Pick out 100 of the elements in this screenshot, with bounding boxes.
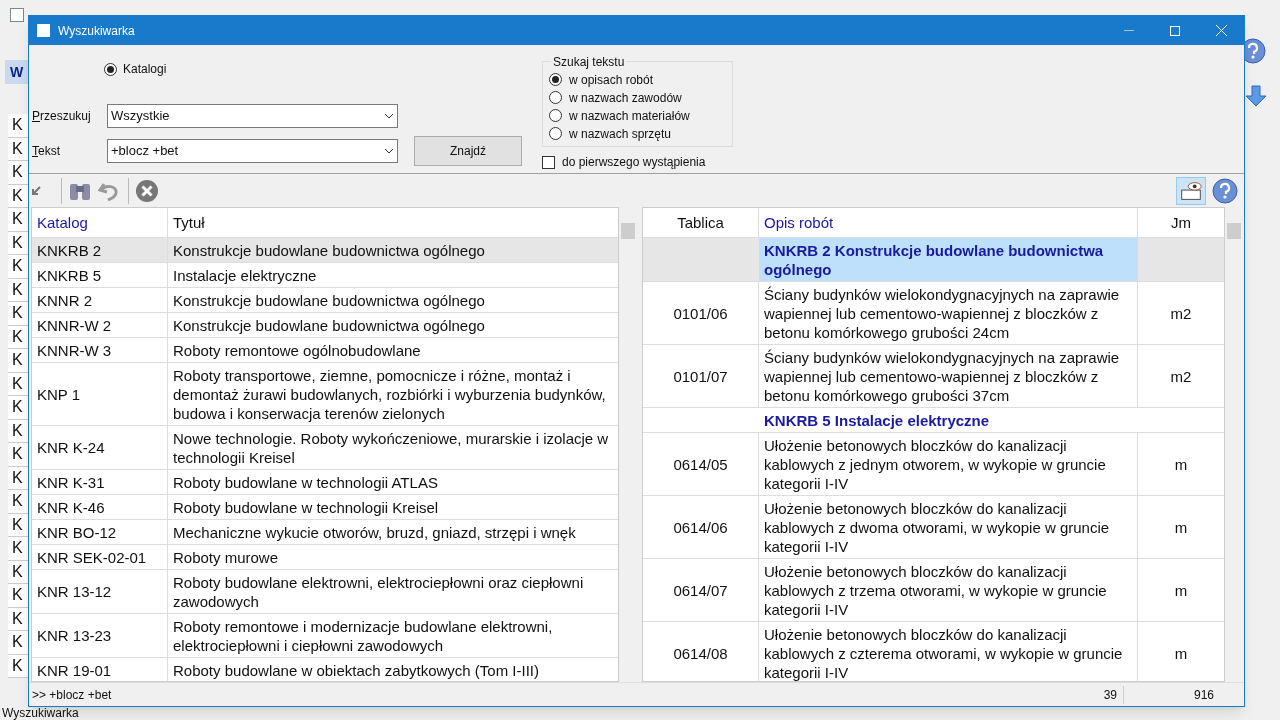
- table-row[interactable]: KNKRB 5 Instalacje elektryczne: [32, 263, 618, 288]
- table-row[interactable]: KNR SEK-02-01 Roboty murowe: [32, 545, 618, 570]
- group-row[interactable]: KNKRB 2 Konstrukcje budowlane budownictwa ogólnego: [643, 238, 1224, 282]
- table-cell-text: Roboty budowlane w technologii Kreisel: [172, 497, 440, 518]
- column-header[interactable]: Katalog: [32, 208, 168, 237]
- table-row[interactable]: KNR K-24 Nowe technologie. Roboty wykończeniowe, murarskie i izolacje w technologii Kreisel: [32, 426, 618, 470]
- table-row[interactable]: KNR K-31 Roboty budowlane w technologii ATLAS: [32, 470, 618, 495]
- table-row[interactable]: KNNR-W 2 Konstrukcje budowlane budownictwa ogólnego: [32, 313, 618, 338]
- arrow-down-icon: [1244, 84, 1268, 108]
- minimize-icon: [1124, 30, 1134, 31]
- group-heading: KNKRB 2 Konstrukcje budowlane budownictwa ogólnego: [759, 238, 1138, 281]
- chevron-down-icon: [384, 113, 394, 119]
- status-text: Wyszukiwarka: [2, 705, 79, 720]
- table-cell: 0614/05: [643, 433, 759, 495]
- table-cell-text: m2: [1169, 366, 1193, 387]
- table-cell: Ułożenie betonowych bloczków do kanalizacji kablowych z dwoma otworami, w wykopie w gruncie kategorii I-IV: [759, 496, 1138, 558]
- table-row[interactable]: KNR BO-12 Mechaniczne wykucie otworów, bruzd, gniazd, strzępi i wnęk: [32, 520, 618, 545]
- table-cell: KNKRB 2: [32, 238, 168, 262]
- radio-button[interactable]: [549, 91, 562, 104]
- table-cell: Ściany budynków wielokondygnacyjnych na zaprawie wapiennej lub cementowo-wapiennej z bloczków z betonu komórkowego grubości 37cm: [759, 345, 1138, 407]
- table-row[interactable]: KNR K-46 Roboty budowlane w technologii Kreisel: [32, 495, 618, 520]
- table-cell-text: Roboty budowlane elektrowni, elektrociepłowni oraz ciepłowni zawodowych: [172, 572, 585, 612]
- window-title: Wyszukiwarka: [58, 22, 135, 40]
- table-cell-text: m: [1173, 517, 1189, 538]
- table-cell-text: Roboty remontowe ogólnobudowlane: [172, 340, 422, 361]
- panel-header: W: [10, 62, 24, 82]
- table-cell: Ułożenie betonowych bloczków do kanalizacji kablowych z jednym otworem, w wykopie w gruncie kategorii I-IV: [759, 433, 1138, 495]
- table-row[interactable]: KNR 13-12 Roboty budowlane elektrowni, elektrociepłowni oraz ciepłowni zawodowych: [32, 570, 618, 614]
- table-cell-text: Konstrukcje budowlane budownictwa ogólnego: [172, 240, 486, 261]
- checkbox-label: do pierwszego wystąpienia: [562, 154, 706, 171]
- table-cell: Ściany budynków wielokondygnacyjnych na zaprawie wapiennej lub cementowo-wapiennej z bloczków z betonu komórkowego grubości 24cm: [759, 282, 1138, 344]
- help-icon[interactable]: [1212, 177, 1238, 204]
- radio-button[interactable]: [549, 109, 562, 122]
- table-cell-text: m2: [1169, 303, 1193, 324]
- column-header[interactable]: Opis robót: [759, 208, 1138, 237]
- table-cell: KNR K-46: [32, 495, 168, 519]
- cancel-icon[interactable]: [135, 178, 159, 203]
- table-cell: 0614/06: [643, 496, 759, 558]
- search-text-field[interactable]: +blocz +bet: [107, 139, 398, 163]
- table-cell-text: Roboty remontowe i modernizacje budowlane elektrowni, elektrociepłowni i ciepłowni zawodowych: [172, 616, 554, 656]
- table-cell-text: Konstrukcje budowlane budownictwa ogólnego: [172, 290, 486, 311]
- radio-label: Katalogi: [123, 61, 167, 78]
- table-cell: 0101/07: [643, 345, 759, 407]
- radio-label: w nazwach materiałów: [569, 107, 690, 125]
- scope-dropdown[interactable]: Wszystkie: [107, 104, 398, 128]
- table-row[interactable]: KNKRB 2 Konstrukcje budowlane budownictwa ogólnego: [32, 238, 618, 263]
- table-cell-text: Instalacje elektryczne: [172, 265, 318, 286]
- table-row[interactable]: KNNR 2 Konstrukcje budowlane budownictwa ogólnego: [32, 288, 618, 313]
- table-row[interactable]: KNR 13-23 Roboty remontowe i modernizacje budowlane elektrowni, elektrociepłowni i ciepłowni zawodowych: [32, 614, 618, 658]
- radio-label: w opisach robót: [569, 71, 654, 89]
- table-cell-text: Roboty budowlane w obiektach zabytkowych (Tom I-III): [172, 660, 540, 681]
- table-cell-text: Roboty budowlane w technologii ATLAS: [172, 472, 439, 493]
- found-count: 39: [1060, 685, 1124, 704]
- table-cell: KNNR-W 3: [32, 338, 168, 362]
- table-cell: 0614/07: [643, 559, 759, 621]
- table-cell: KNR 13-23: [32, 614, 168, 657]
- arrow-icon: [31, 185, 41, 196]
- table-cell-text: Konstrukcje budowlane budownictwa ogólnego: [172, 315, 486, 336]
- close-icon: [1215, 25, 1227, 36]
- table-cell: KNNR-W 2: [32, 313, 168, 337]
- table-cell: KNR 13-12: [32, 570, 168, 613]
- status-text: >> +blocz +bet: [32, 686, 112, 704]
- radio-button[interactable]: [549, 127, 562, 140]
- find-button[interactable]: Znajdź: [414, 136, 522, 166]
- maximize-icon: [1170, 25, 1180, 36]
- table-cell: 0614/08: [643, 622, 759, 681]
- chevron-down-icon: [384, 148, 394, 154]
- table-cell: KNR BO-12: [32, 520, 168, 544]
- table-cell: 0101/06: [643, 282, 759, 344]
- window-icon: [37, 24, 50, 37]
- table-cell-text: m: [1173, 643, 1189, 664]
- table-row[interactable]: KNNR-W 3 Roboty remontowe ogólnobudowlane: [32, 338, 618, 363]
- table-cell: KNR K-31: [32, 470, 168, 494]
- table-cell: KNR SEK-02-01: [32, 545, 168, 569]
- table-cell-text: Nowe technologie. Roboty wykończeniowe, murarskie i izolacje w technologii Kreisel: [172, 428, 610, 468]
- window-icon: [10, 8, 24, 22]
- checkbox[interactable]: [542, 155, 555, 169]
- column-header[interactable]: Tytuł: [168, 208, 618, 237]
- table-cell-text: Roboty murowe: [172, 547, 280, 568]
- table-cell-text: m: [1173, 454, 1189, 475]
- table-cell: KNKRB 5: [32, 263, 168, 287]
- table-cell-text: m: [1173, 580, 1189, 601]
- table-row[interactable]: KNP 1 Roboty transportowe, ziemne, pomocnicze i różne, montaż i demontaż żurawi budowlanych, rozbiórki i wyburzenia budynków, budowa i konserwacja terenów zielonych: [32, 363, 618, 426]
- radio-button[interactable]: [549, 73, 562, 86]
- table-cell: KNP 1: [32, 363, 168, 425]
- radio-label: w nazwach zawodów: [569, 89, 682, 107]
- column-header[interactable]: Jm: [1138, 208, 1224, 237]
- column-header[interactable]: Tablica: [643, 208, 759, 237]
- table-cell-text: Roboty transportowe, ziemne, pomocnicze i różne, montaż i demontaż żurawi budowlanych, rozbiórki i wyburzenia budynków, budowa i konserwacja terenów zielonych: [172, 365, 607, 424]
- table-cell: Ułożenie betonowych bloczków do kanalizacji kablowych z trzema otworami, w wykopie w gruncie kategorii I-IV: [759, 559, 1138, 621]
- table-cell: Ułożenie betonowych bloczków do kanalizacji kablowych z czterema otworami, w wykopie w gruncie kategorii I-IV: [759, 622, 1138, 681]
- radio-label: w nazwach sprzętu: [569, 125, 672, 143]
- group-heading: KNKRB 5 Instalacje elektryczne: [763, 410, 991, 431]
- table-cell: KNR K-24: [32, 426, 168, 469]
- table-cell-text: Mechaniczne wykucie otworów, bruzd, gniazd, strzępi i wnęk: [172, 522, 577, 543]
- preview-icon[interactable]: [1176, 176, 1206, 205]
- table-cell: KNNR 2: [32, 288, 168, 312]
- radio-button[interactable]: [104, 62, 117, 76]
- total-count: 916: [1192, 686, 1215, 704]
- table-cell: KNR 19-01: [32, 658, 168, 681]
